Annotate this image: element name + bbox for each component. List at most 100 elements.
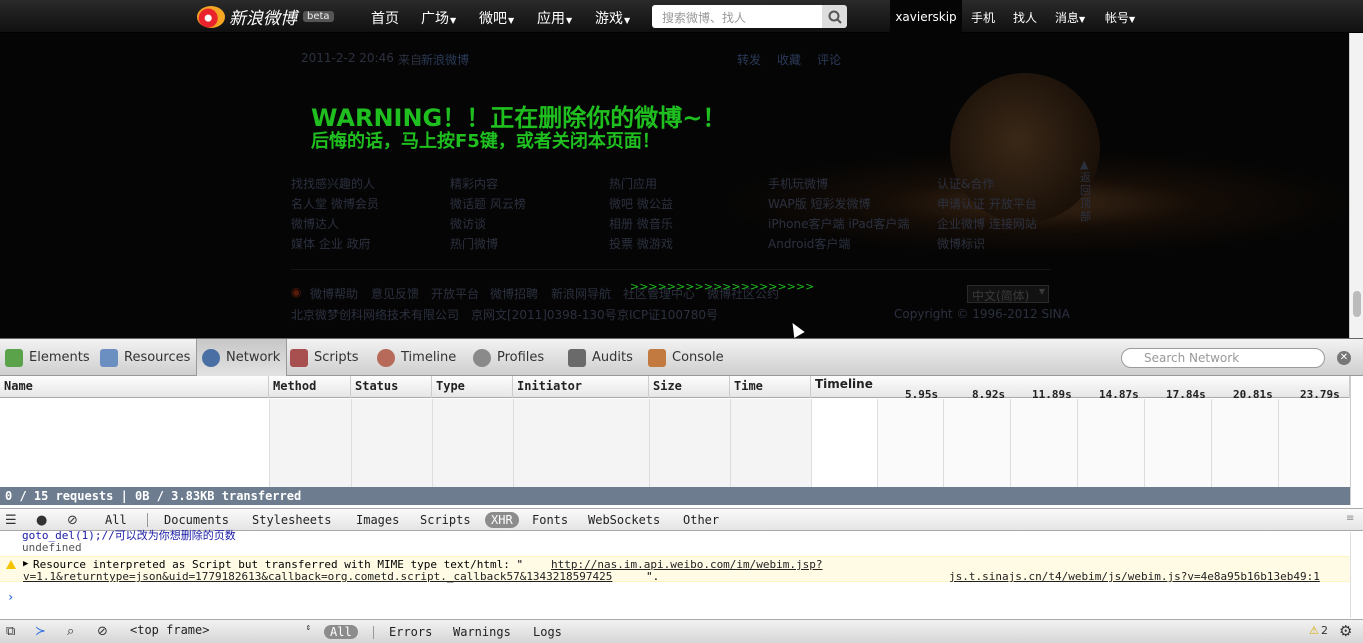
footer-link[interactable]: 投票 微游戏: [609, 234, 673, 254]
warning-url-link[interactable]: v=1.1&returntype=json&uid=1779182613&cal…: [23, 570, 612, 583]
console-scrollbar[interactable]: [1350, 532, 1363, 618]
footer-link[interactable]: Android客户端: [768, 234, 909, 254]
column-header-status[interactable]: Status: [351, 376, 432, 398]
console-filter-all[interactable]: All: [324, 625, 358, 639]
tab-timeline[interactable]: Timeline: [377, 339, 456, 376]
console-prompt-icon[interactable]: ›: [7, 590, 14, 604]
footer-nav-link[interactable]: 微博招聘: [490, 285, 538, 302]
comment-link[interactable]: 评论: [817, 51, 841, 68]
filter-scripts[interactable]: Scripts: [414, 512, 477, 528]
language-select[interactable]: 中文(简体) ▼: [967, 285, 1049, 303]
tab-resources[interactable]: Resources: [100, 339, 190, 376]
scrollbar-thumb[interactable]: [1353, 291, 1361, 317]
console-filter-warnings[interactable]: Warnings: [453, 625, 511, 639]
link-account[interactable]: 帐号▼: [1105, 9, 1135, 26]
frame-select[interactable]: <top frame> ⇕: [125, 623, 313, 640]
tab-profiles[interactable]: Profiles: [473, 339, 544, 376]
close-icon[interactable]: ✕: [1337, 351, 1351, 365]
chevron-down-icon: ▼: [1129, 15, 1136, 24]
search-network-input[interactable]: Search Network: [1121, 348, 1325, 368]
link-mobile[interactable]: 手机: [971, 9, 995, 26]
search-icon[interactable]: ⌕: [67, 624, 74, 639]
link-find-people[interactable]: 找人: [1013, 9, 1037, 26]
username-link[interactable]: xavierskip: [890, 0, 962, 33]
footer-link[interactable]: iPhone客户端 iPad客户端: [768, 214, 909, 234]
clear-console-icon[interactable]: ⊘: [97, 624, 108, 639]
filter-websockets[interactable]: WebSockets: [582, 512, 666, 528]
footer-link[interactable]: 微访谈: [450, 214, 526, 234]
column-header-method[interactable]: Method: [269, 376, 351, 398]
filter-all[interactable]: All: [99, 512, 133, 528]
network-table-header: Name Method Status Type Initiator Size T…: [0, 376, 1350, 401]
footer-link[interactable]: 微话题 风云榜: [450, 194, 526, 214]
tab-elements[interactable]: Elements: [5, 339, 90, 376]
list-view-icon[interactable]: ☰: [5, 513, 17, 528]
nav-weiba[interactable]: 微吧▼: [479, 8, 514, 28]
dock-icon[interactable]: ⧉: [6, 624, 15, 639]
console-drawer-icon[interactable]: ≻: [35, 624, 46, 639]
weibo-topbar: 新浪微博 beta 首页 广场▼ 微吧▼ 应用▼ 游戏▼ 搜索微博、找人 xav…: [0, 0, 1363, 33]
link-messages[interactable]: 消息▼: [1055, 9, 1085, 26]
filter-documents[interactable]: Documents: [158, 512, 235, 528]
nav-home[interactable]: 首页: [371, 8, 399, 28]
post-source-link[interactable]: 新浪微博: [421, 51, 469, 68]
tab-scripts[interactable]: Scripts: [290, 339, 358, 376]
filter-xhr[interactable]: XHR: [485, 512, 519, 528]
footer-link[interactable]: 名人堂 微博会员: [291, 194, 379, 214]
footer-link[interactable]: 企业微博 连接网站: [937, 214, 1037, 234]
filter-images[interactable]: Images: [350, 512, 405, 528]
footer-column: 手机玩微博 WAP版 短彩发微博 iPhone客户端 iPad客户端 Andro…: [768, 174, 909, 254]
license-link[interactable]: 京网文[2011]0398-130号: [471, 306, 617, 323]
console-filter-logs[interactable]: Logs: [533, 625, 562, 639]
filter-stylesheets[interactable]: Stylesheets: [246, 512, 337, 528]
footer-link[interactable]: WAP版 短彩发微博: [768, 194, 909, 214]
search-button[interactable]: [822, 5, 847, 28]
footer-link[interactable]: 申请认证 开放平台: [937, 194, 1037, 214]
tab-console[interactable]: Console: [648, 339, 724, 376]
page-scrollbar[interactable]: [1349, 33, 1363, 338]
expand-triangle-icon[interactable]: ▶: [23, 559, 28, 569]
tab-label: Network: [226, 350, 281, 365]
footer-nav-link[interactable]: 微博帮助: [310, 285, 358, 302]
footer-column-title: 热门应用: [609, 177, 658, 191]
resize-handle-icon[interactable]: ≡: [1346, 513, 1354, 524]
warning-source-link[interactable]: js.t.sinajs.cn/t4/webim/js/webim.js?v=4e…: [949, 570, 1320, 583]
weibo-search-input[interactable]: 搜索微博、找人: [652, 5, 822, 28]
footer-nav-link[interactable]: 开放平台: [431, 285, 479, 302]
record-icon[interactable]: ●: [36, 513, 47, 528]
license-link[interactable]: 京ICP证100780号: [617, 306, 718, 323]
repost-link[interactable]: 转发: [737, 51, 761, 68]
back-to-top-label: 返回顶部: [1080, 171, 1091, 223]
column-header-size[interactable]: Size: [649, 376, 730, 398]
column-header-type[interactable]: Type: [432, 376, 513, 398]
filter-other[interactable]: Other: [677, 512, 725, 528]
weibo-logo[interactable]: 新浪微博 beta: [197, 4, 334, 29]
console-filter-errors[interactable]: Errors: [389, 625, 432, 639]
column-header-time[interactable]: Time: [730, 376, 811, 398]
clear-icon[interactable]: ⊘: [67, 513, 78, 528]
tab-audits[interactable]: Audits: [568, 339, 633, 376]
footer-nav-link[interactable]: 新浪网导航: [551, 285, 611, 302]
favorite-link[interactable]: 收藏: [777, 51, 801, 68]
footer-link[interactable]: 媒体 企业 政府: [291, 234, 379, 254]
nav-plaza[interactable]: 广场▼: [421, 8, 456, 28]
green-arrows-text: >>>>>>>>>>>>>>>>>>>>: [630, 280, 815, 293]
footer-column-title: 手机玩微博: [768, 177, 829, 191]
gear-icon[interactable]: ⚙: [1339, 622, 1352, 640]
footer-nav-link[interactable]: 意见反馈: [371, 285, 419, 302]
footer-link[interactable]: 相册 微音乐: [609, 214, 673, 234]
nav-apps[interactable]: 应用▼: [537, 8, 572, 28]
footer-link[interactable]: 微吧 微公益: [609, 194, 673, 214]
footer-link[interactable]: 微博标识: [937, 234, 1037, 254]
network-scrollbar[interactable]: [1350, 376, 1363, 505]
footer-link[interactable]: 微博达人: [291, 214, 379, 234]
column-header-initiator[interactable]: Initiator: [513, 376, 649, 398]
warning-count-icon[interactable]: ⚠: [1309, 624, 1319, 637]
filter-fonts[interactable]: Fonts: [526, 512, 574, 528]
column-header-name[interactable]: Name: [0, 376, 269, 398]
tab-network[interactable]: Network: [196, 339, 288, 376]
footer-link[interactable]: 热门微博: [450, 234, 526, 254]
chevron-down-icon: ▼: [566, 16, 573, 25]
back-to-top-button[interactable]: ▲ 返回顶部: [1080, 158, 1094, 223]
nav-games[interactable]: 游戏▼: [595, 8, 630, 28]
